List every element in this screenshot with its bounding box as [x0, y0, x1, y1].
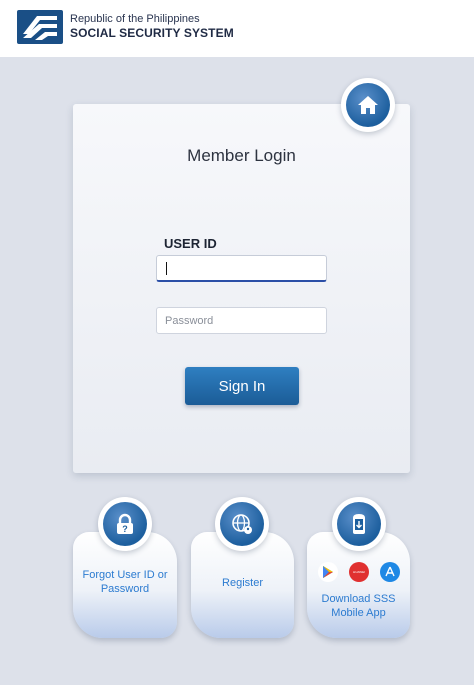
- forgot-credentials-button[interactable]: ?: [98, 497, 152, 551]
- userid-input[interactable]: [156, 255, 327, 282]
- huawei-label: HUAWEI: [353, 570, 365, 574]
- download-app-link[interactable]: Download SSS Mobile App: [307, 592, 410, 620]
- logo-subtitle: Republic of the Philippines: [70, 13, 200, 25]
- forgot-credentials-link[interactable]: Forgot User ID or Password: [73, 568, 177, 596]
- password-input[interactable]: [156, 307, 327, 334]
- svg-text:?: ?: [122, 524, 128, 534]
- page-title: Member Login: [187, 146, 296, 165]
- site-header: Republic of the Philippines SOCIAL SECUR…: [0, 0, 474, 57]
- app-store-icon[interactable]: [380, 562, 400, 582]
- text-caret: [166, 262, 167, 275]
- logo-title: SOCIAL SECURITY SYSTEM: [70, 26, 234, 40]
- register-link[interactable]: Register: [191, 576, 294, 590]
- home-button[interactable]: [341, 78, 395, 132]
- userid-label: USER ID: [164, 236, 217, 251]
- sign-in-button[interactable]: Sign In: [185, 367, 299, 405]
- globe-user-icon: [220, 502, 264, 546]
- sss-logo-icon[interactable]: [17, 10, 63, 44]
- home-icon: [346, 83, 390, 127]
- huawei-appgallery-icon[interactable]: HUAWEI: [349, 562, 369, 582]
- mobile-download-icon: [337, 502, 381, 546]
- padlock-icon: ?: [103, 502, 147, 546]
- register-button[interactable]: [215, 497, 269, 551]
- google-play-icon[interactable]: [318, 562, 338, 582]
- download-app-button[interactable]: [332, 497, 386, 551]
